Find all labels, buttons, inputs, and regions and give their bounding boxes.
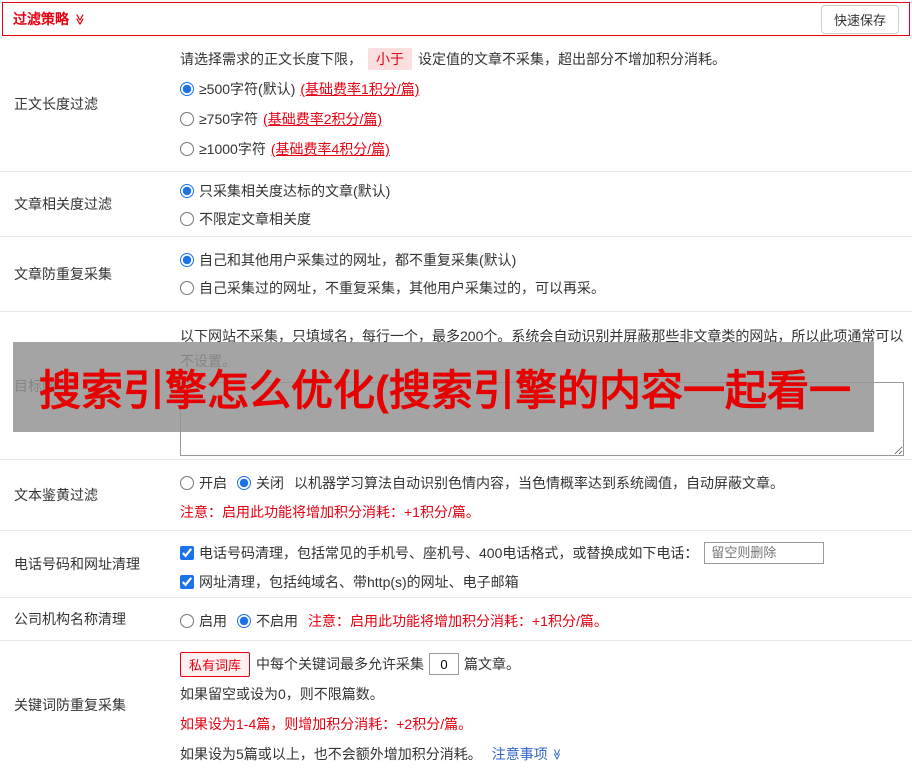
option-label: 自己采集过的网址，不重复采集，其他用户采集过的，可以再采。 [199, 280, 605, 296]
keyword-dedup-content: 私有词库 中每个关键词最多允许采集 篇文章。 如果留空或设为0，则不限篇数。 如… [180, 641, 912, 768]
keyword-rule-5plus-text: 如果设为5篇或以上，也不会额外增加积分消耗。 [180, 746, 482, 762]
option-porn-on[interactable]: 开启 [180, 473, 227, 493]
phone-url-clean-label: 电话号码和网址清理 [14, 556, 140, 572]
company-clean-label: 公司机构名称清理 [14, 611, 126, 627]
row-length-filter: 正文长度过滤 请选择需求的正文长度下限， 小于 设定值的文章不采集，超出部分不增… [0, 36, 912, 172]
option-dedup-all-users[interactable]: 自己和其他用户采集过的网址，都不重复采集(默认) [180, 246, 882, 274]
radio-company-on[interactable] [180, 614, 194, 628]
company-clean-warning: 注意：启用此功能将增加积分消耗：+1积分/篇。 [308, 613, 608, 629]
option-label: ≥1000字符 [199, 141, 266, 157]
row-porn-filter: 文本鉴黄过滤 开启 关闭 以机器学习算法自动识别色情内容，当色情概率达到系统阈值… [0, 460, 912, 531]
intro-after: 设定值的文章不采集，超出部分不增加积分消耗。 [418, 51, 726, 67]
checkbox-url-clean[interactable] [180, 574, 194, 589]
option-relevance-strict[interactable]: 只采集相关度达标的文章(默认) [180, 177, 882, 205]
relevance-filter-label: 文章相关度过滤 [14, 196, 112, 212]
keyword-limit-line: 私有词库 中每个关键词最多允许采集 篇文章。 [180, 649, 882, 679]
watermark-overlay: 搜索引擎怎么优化(搜索引擎的内容一起看一 [13, 342, 874, 432]
page-title[interactable]: 过滤策略 ≫ [13, 9, 85, 29]
radio-porn-on[interactable] [180, 476, 194, 490]
option-label: 不启用 [256, 613, 298, 629]
row-target-sites: 目标网 以下网站不采集，只填域名，每行一个，最多200个。系统会自动识别并屏蔽那… [0, 312, 912, 460]
notice-link-text: 注意事项 [491, 746, 548, 762]
cost-note: (基础费率4积分/篇) [270, 141, 390, 157]
option-label: 电话号码清理，包括常见的手机号、座机号、400电话格式，或替换成如下电话： [199, 544, 699, 561]
option-label: 自己和其他用户采集过的网址，都不重复采集(默认) [199, 252, 517, 268]
topbar: 过滤策略 ≫ 快速保存 [2, 2, 910, 36]
radio-dedup-all-users[interactable] [180, 253, 194, 267]
option-company-off[interactable]: 不启用 [237, 611, 298, 631]
option-dedup-self-only[interactable]: 自己采集过的网址，不重复采集，其他用户采集过的，可以再采。 [180, 274, 882, 302]
row-keyword-dedup: 关键词防重复采集 私有词库 中每个关键词最多允许采集 篇文章。 如果留空或设为0… [0, 641, 912, 768]
keyword-dedup-label: 关键词防重复采集 [14, 697, 126, 713]
relevance-filter-content: 只采集相关度达标的文章(默认) 不限定文章相关度 [180, 172, 912, 236]
keyword-rule-zero: 如果留空或设为0，则不限篇数。 [180, 686, 384, 702]
chevron-down-icon: ≫ [550, 748, 563, 760]
option-label: 启用 [199, 613, 227, 629]
phone-replace-input[interactable] [704, 541, 825, 564]
dedup-filter-label: 文章防重复采集 [14, 266, 112, 282]
limit-text-before: 中每个关键词最多允许采集 [256, 656, 425, 672]
intro-before: 请选择需求的正文长度下限， [180, 51, 362, 67]
length-filter-intro: 请选择需求的正文长度下限， 小于 设定值的文章不采集，超出部分不增加积分消耗。 [180, 44, 882, 74]
limit-text-after: 篇文章。 [464, 656, 521, 672]
quick-save-button[interactable]: 快速保存 [820, 4, 899, 34]
option-relevance-any[interactable]: 不限定文章相关度 [180, 205, 882, 233]
option-label: ≥500字符(默认) [199, 81, 296, 97]
option-label: ≥750字符 [199, 111, 259, 127]
cost-note: (基础费率2积分/篇) [263, 111, 383, 127]
radio-dedup-self-only[interactable] [180, 281, 194, 295]
option-label: 开启 [199, 475, 227, 491]
radio-company-off[interactable] [237, 614, 251, 628]
chevron-down-icon: ≫ [73, 13, 86, 25]
length-filter-label: 正文长度过滤 [14, 95, 98, 112]
option-500-chars[interactable]: ≥500字符(默认) (基础费率1积分/篇) [180, 74, 882, 104]
porn-filter-options: 开启 关闭 以机器学习算法自动识别色情内容，当色情概率达到系统阈值，自动屏蔽文章… [180, 468, 882, 498]
keyword-rule-5plus-line: 如果设为5篇或以上，也不会额外增加积分消耗。 注意事项 ≫ [180, 739, 882, 768]
row-dedup-filter: 文章防重复采集 自己和其他用户采集过的网址，都不重复采集(默认) 自己采集过的网… [0, 237, 912, 312]
radio-porn-off[interactable] [237, 476, 251, 490]
keyword-rule-1-4: 如果设为1-4篇，则增加积分消耗：+2积分/篇。 [180, 716, 473, 732]
page-title-text: 过滤策略 [13, 11, 69, 27]
option-label: 关闭 [256, 475, 284, 491]
option-company-on[interactable]: 启用 [180, 611, 227, 631]
keyword-limit-input[interactable] [429, 653, 460, 675]
porn-filter-warning: 注意：启用此功能将增加积分消耗：+1积分/篇。 [180, 504, 480, 520]
porn-filter-label: 文本鉴黄过滤 [14, 487, 98, 503]
radio-1000-chars[interactable] [180, 142, 194, 156]
cost-note: (基础费率1积分/篇) [300, 81, 420, 97]
radio-relevance-any[interactable] [180, 212, 194, 226]
radio-relevance-strict[interactable] [180, 184, 194, 198]
checkbox-phone-clean[interactable] [180, 545, 194, 560]
option-label: 不限定文章相关度 [199, 211, 311, 227]
phone-url-clean-content: 电话号码清理，包括常见的手机号、座机号、400电话格式，或替换成如下电话： 网址… [180, 531, 912, 597]
row-relevance-filter: 文章相关度过滤 只采集相关度达标的文章(默认) 不限定文章相关度 [0, 172, 912, 237]
filter-strategy-page: 过滤策略 ≫ 快速保存 正文长度过滤 请选择需求的正文长度下限， 小于 设定值的… [0, 0, 912, 768]
option-url-clean[interactable]: 网址清理，包括纯域名、带http(s)的网址、电子邮箱 [180, 567, 882, 596]
length-filter-content: 请选择需求的正文长度下限， 小于 设定值的文章不采集，超出部分不增加积分消耗。 … [180, 36, 912, 171]
option-porn-off[interactable]: 关闭 [237, 473, 284, 493]
option-phone-clean[interactable]: 电话号码清理，包括常见的手机号、座机号、400电话格式，或替换成如下电话： [180, 538, 882, 567]
private-thesaurus-tag[interactable]: 私有词库 [180, 651, 251, 677]
row-company-clean: 公司机构名称清理 启用 不启用 注意：启用此功能将增加积分消耗：+1积分/篇。 [0, 598, 912, 641]
radio-750-chars[interactable] [180, 112, 194, 126]
row-phone-url-clean: 电话号码和网址清理 电话号码清理，包括常见的手机号、座机号、400电话格式，或替… [0, 531, 912, 598]
porn-filter-content: 开启 关闭 以机器学习算法自动识别色情内容，当色情概率达到系统阈值，自动屏蔽文章… [180, 460, 912, 530]
option-label: 只采集相关度达标的文章(默认) [199, 183, 391, 199]
porn-filter-description: 以机器学习算法自动识别色情内容，当色情概率达到系统阈值，自动屏蔽文章。 [294, 475, 784, 491]
option-label: 网址清理，包括纯域名、带http(s)的网址、电子邮箱 [199, 573, 519, 590]
company-clean-options: 启用 不启用 注意：启用此功能将增加积分消耗：+1积分/篇。 [180, 606, 882, 636]
option-1000-chars[interactable]: ≥1000字符 (基础费率4积分/篇) [180, 134, 882, 164]
watermark-text: 搜索引擎怎么优化(搜索引擎的内容一起看一 [39, 366, 851, 414]
less-than-highlight: 小于 [368, 48, 412, 70]
option-750-chars[interactable]: ≥750字符 (基础费率2积分/篇) [180, 104, 882, 134]
dedup-filter-content: 自己和其他用户采集过的网址，都不重复采集(默认) 自己采集过的网址，不重复采集，… [180, 237, 912, 311]
notice-link[interactable]: 注意事项 ≫ [492, 744, 562, 764]
company-clean-content: 启用 不启用 注意：启用此功能将增加积分消耗：+1积分/篇。 [180, 598, 912, 640]
radio-500-chars[interactable] [180, 82, 194, 96]
